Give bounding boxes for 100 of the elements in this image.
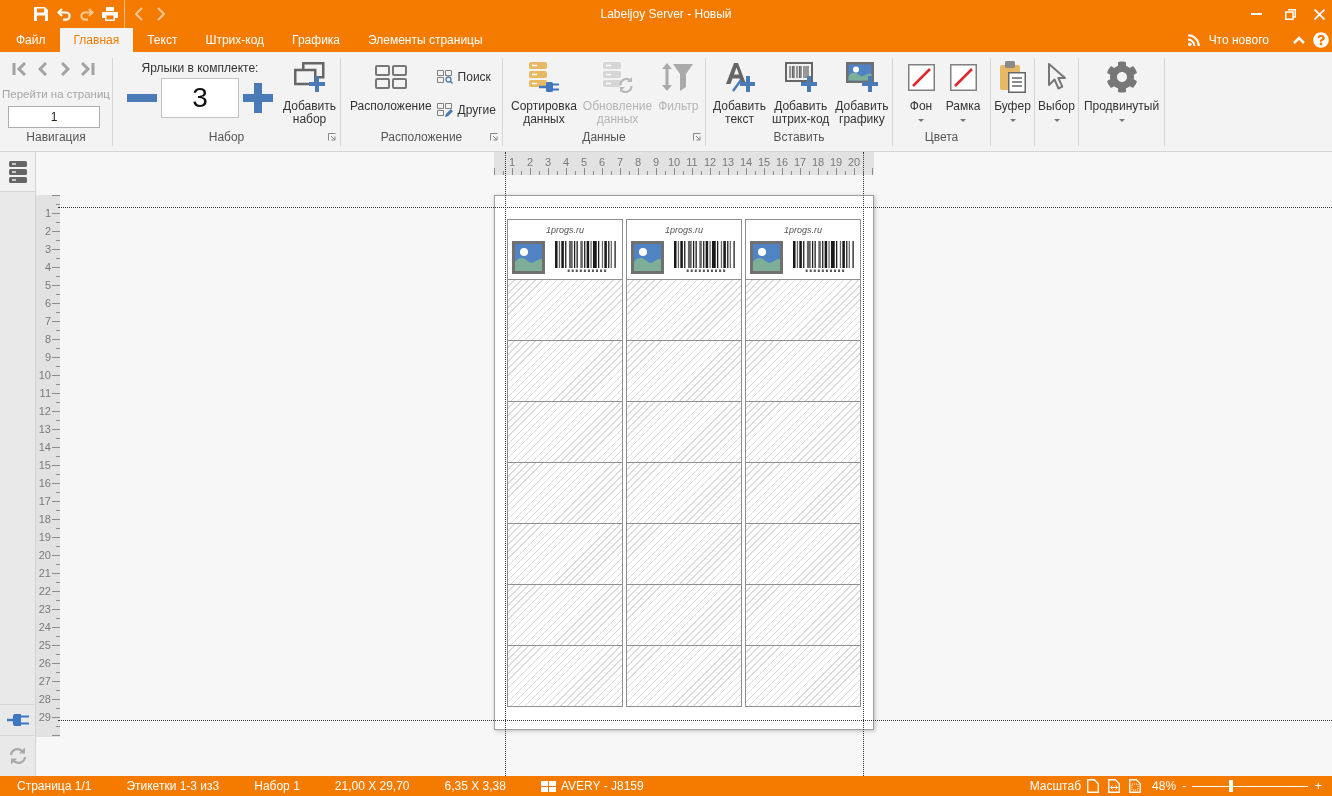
ruler-number: 20 xyxy=(846,155,862,170)
clipboard-icon xyxy=(999,61,1026,93)
ruler-number: 8 xyxy=(633,155,643,170)
printer-icon[interactable] xyxy=(101,7,118,21)
empty-label[interactable] xyxy=(507,463,623,524)
ruler-number: 5 xyxy=(579,155,589,170)
empty-label[interactable] xyxy=(507,402,623,463)
empty-label[interactable] xyxy=(626,646,742,707)
restore-icon[interactable] xyxy=(1284,8,1296,20)
page-icon[interactable] xyxy=(1087,779,1100,793)
add-graphic-button[interactable]: Добавить графику xyxy=(832,58,892,128)
save-icon[interactable] xyxy=(33,7,48,21)
dialog-launcher-icon[interactable] xyxy=(693,133,701,141)
close-icon[interactable] xyxy=(1314,8,1325,20)
dropdown-caret-icon[interactable] xyxy=(1053,119,1060,122)
ruler-number: 5 xyxy=(44,279,51,291)
label-card[interactable]: 1progs.ru xyxy=(507,219,623,280)
add-set-button[interactable]: Добавить набор xyxy=(280,58,340,128)
ruler-number: 3 xyxy=(543,155,553,170)
dropdown-caret-icon[interactable] xyxy=(1009,119,1016,122)
undo-icon[interactable] xyxy=(56,7,71,21)
clipboard-button[interactable]: Буфер xyxy=(991,58,1034,128)
group-label: Расположение xyxy=(380,130,463,144)
arrangement-button[interactable]: Расположение xyxy=(347,58,435,128)
ruler-number: 11 xyxy=(39,387,51,399)
ruler-number: 2 xyxy=(44,225,51,237)
dialog-launcher-icon[interactable] xyxy=(490,133,498,141)
ruler-number: 4 xyxy=(44,261,51,273)
empty-label[interactable] xyxy=(626,280,742,341)
empty-label[interactable] xyxy=(507,646,623,707)
zoom-label: Масштаб xyxy=(1029,779,1082,793)
empty-label[interactable] xyxy=(507,280,623,341)
empty-label[interactable] xyxy=(745,524,861,585)
group-label: Навигация xyxy=(26,130,86,144)
dialog-launcher-icon[interactable] xyxy=(328,133,336,141)
rss-icon xyxy=(1187,34,1200,46)
empty-label[interactable] xyxy=(745,280,861,341)
color-button[interactable]: Рамка xyxy=(942,58,984,128)
advanced-button[interactable]: Продвинутый xyxy=(1079,58,1164,128)
chevron-up-icon[interactable] xyxy=(1293,36,1305,44)
picture-icon xyxy=(512,241,545,274)
page-width-icon[interactable] xyxy=(1108,779,1121,793)
plus-icon[interactable] xyxy=(243,83,273,113)
group-label: Данные xyxy=(582,130,626,144)
dropdown-caret-icon[interactable] xyxy=(1118,119,1125,122)
page-fit-icon[interactable] xyxy=(1129,779,1142,793)
ruler-number: 21 xyxy=(38,567,51,579)
ruler-number: 12 xyxy=(702,155,718,170)
page-number-field[interactable]: 1 xyxy=(8,106,100,128)
ruler-number: 16 xyxy=(774,155,790,170)
ruler-number: 14 xyxy=(38,441,51,453)
status-text: Набор 1 xyxy=(254,779,300,793)
ruler-number: 2 xyxy=(525,155,535,170)
barcode-graphic xyxy=(674,241,736,272)
color-button[interactable]: Фон xyxy=(900,58,942,128)
dropdown-caret-icon[interactable] xyxy=(918,119,924,122)
empty-label[interactable] xyxy=(626,524,742,585)
zoom-slider-thumb[interactable] xyxy=(1228,780,1233,792)
search-button[interactable]: Поиск xyxy=(436,66,496,88)
empty-label[interactable] xyxy=(745,341,861,402)
empty-label[interactable] xyxy=(745,585,861,646)
status-text: 21,00 X 29,70 xyxy=(334,779,410,793)
empty-label[interactable] xyxy=(745,646,861,707)
empty-label[interactable] xyxy=(745,402,861,463)
no-color-swatch-icon xyxy=(907,63,935,91)
help-icon[interactable] xyxy=(1313,32,1329,48)
plug-icon[interactable] xyxy=(6,714,29,726)
empty-label[interactable] xyxy=(507,524,623,585)
ruler-number: 19 xyxy=(38,531,51,543)
minimize-icon[interactable] xyxy=(1250,13,1262,15)
empty-label[interactable] xyxy=(745,463,861,524)
empty-label[interactable] xyxy=(626,341,742,402)
select-button[interactable]: Выбор xyxy=(1035,58,1078,128)
empty-label[interactable] xyxy=(626,585,742,646)
empty-label[interactable] xyxy=(626,402,742,463)
ruler-number: 18 xyxy=(810,155,826,170)
ruler-number: 28 xyxy=(38,693,51,705)
stacked-frames-plus-icon xyxy=(293,62,326,92)
refresh-icon[interactable] xyxy=(8,747,27,765)
other-button[interactable]: Другие xyxy=(436,99,496,121)
label-card[interactable]: 1progs.ru xyxy=(626,219,742,280)
barcode-plus-icon xyxy=(784,62,817,92)
picture-icon xyxy=(631,241,664,274)
add-barcode-button[interactable]: Добавить штрих-код xyxy=(769,58,833,128)
ruler-number: 27 xyxy=(38,675,51,687)
empty-label[interactable] xyxy=(507,341,623,402)
set-count-field[interactable]: 3 xyxy=(161,78,239,118)
empty-label[interactable] xyxy=(626,463,742,524)
ruler-number: 10 xyxy=(666,155,682,170)
ruler-number: 4 xyxy=(561,155,571,170)
empty-label[interactable] xyxy=(507,585,623,646)
label-card[interactable]: 1progs.ru xyxy=(745,219,861,280)
ruler-number: 24 xyxy=(38,621,51,633)
ruler-number: 8 xyxy=(44,333,51,345)
add-text-button[interactable]: Добавить текст xyxy=(710,58,770,128)
server-stack-icon[interactable] xyxy=(8,160,27,183)
sort-data-button[interactable]: Сортировка данных xyxy=(508,58,580,128)
label-text: 1progs.ru xyxy=(784,225,822,236)
dropdown-caret-icon[interactable] xyxy=(960,119,966,122)
grid-pencil-icon xyxy=(436,103,453,117)
